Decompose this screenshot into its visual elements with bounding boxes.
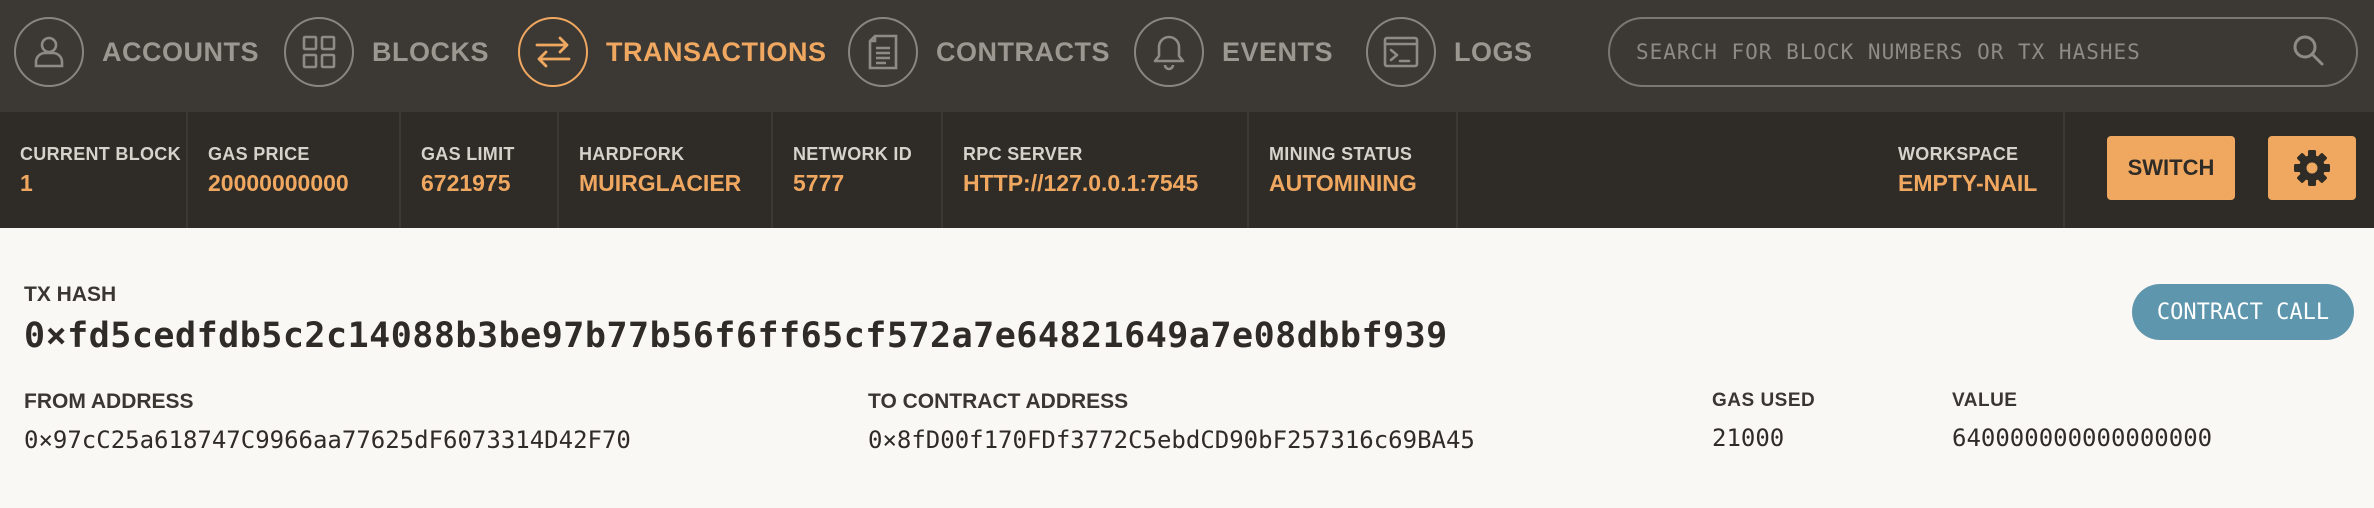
current-block-value: 1 [20, 170, 33, 196]
nav-events-label: EVENTS [1222, 36, 1334, 67]
rpc-server-stat: RPC SERVER HTTP://127.0.0.1:7545 [943, 112, 1249, 228]
rpc-server-label: RPC SERVER [963, 144, 1083, 164]
value-label: VALUE [1952, 390, 2018, 411]
search-input[interactable] [1634, 21, 2290, 83]
account-icon [14, 17, 84, 87]
rpc-server-value: HTTP://127.0.0.1:7545 [963, 170, 1199, 196]
current-block-label: CURRENT BLOCK [20, 144, 181, 164]
bell-icon [1134, 17, 1204, 87]
workspace-label: WORKSPACE [1898, 144, 2019, 164]
workspace-value: EMPTY-NAIL [1898, 170, 2038, 196]
transactions-icon [518, 17, 588, 87]
gear-icon [2292, 148, 2332, 188]
nav-transactions-label: TRANSACTIONS [606, 36, 827, 67]
hardfork-label: HARDFORK [579, 144, 685, 164]
switch-workspace-button[interactable]: SWITCH [2107, 136, 2235, 200]
value-amount: 640000000000000000 [1952, 424, 2213, 452]
hardfork-value: MUIRGLACIER [579, 170, 742, 196]
gas-limit-stat: GAS LIMIT 6721975 [401, 112, 559, 228]
gas-used-label: GAS USED [1712, 390, 1816, 411]
network-id-value: 5777 [793, 170, 845, 196]
mining-status-value: AUTOMINING [1269, 170, 1417, 196]
mining-status-label: MINING STATUS [1269, 144, 1413, 164]
gas-used-value: 21000 [1712, 424, 1785, 452]
mining-status-stat: MINING STATUS AUTOMINING [1249, 112, 1458, 228]
nav-transactions[interactable]: TRANSACTIONS [518, 15, 827, 89]
nav-accounts[interactable]: ACCOUNTS [14, 15, 259, 89]
network-id-stat: NETWORK ID 5777 [773, 112, 943, 228]
top-navigation: ACCOUNTS BLOCKS TRANSACTIONS CONTRACTS E… [0, 0, 2374, 112]
gas-limit-value: 6721975 [421, 170, 511, 196]
nav-contracts[interactable]: CONTRACTS [848, 15, 1110, 89]
current-block-stat: CURRENT BLOCK 1 [0, 112, 188, 228]
nav-logs[interactable]: LOGS [1366, 15, 1533, 89]
to-contract-address-value: 0×8fD00f170FDf3772C5ebdCD90bF257316c69BA… [868, 426, 1475, 454]
gas-price-value: 20000000000 [208, 170, 349, 196]
gas-limit-label: GAS LIMIT [421, 144, 515, 164]
search-icon[interactable] [2290, 32, 2330, 72]
contracts-icon [848, 17, 918, 87]
status-bar: CURRENT BLOCK 1 GAS PRICE 20000000000 GA… [0, 112, 2374, 228]
workspace-stat: WORKSPACE EMPTY-NAIL [1878, 112, 2065, 228]
terminal-icon [1366, 17, 1436, 87]
network-id-label: NETWORK ID [793, 144, 912, 164]
gas-price-label: GAS PRICE [208, 144, 310, 164]
nav-contracts-label: CONTRACTS [936, 36, 1110, 67]
from-address-value: 0×97cC25a618747C9966aa77625dF6073314D42F… [24, 426, 631, 454]
nav-logs-label: LOGS [1454, 36, 1533, 67]
contract-call-badge: CONTRACT CALL [2132, 284, 2354, 340]
nav-blocks-label: BLOCKS [372, 36, 489, 67]
hardfork-stat: HARDFORK MUIRGLACIER [559, 112, 773, 228]
from-address-label: FROM ADDRESS [24, 390, 194, 413]
blocks-icon [284, 17, 354, 87]
nav-accounts-label: ACCOUNTS [102, 36, 259, 67]
gas-price-stat: GAS PRICE 20000000000 [188, 112, 401, 228]
tx-hash-label: TX HASH [24, 283, 117, 306]
settings-button[interactable] [2268, 136, 2356, 200]
search-bar [1608, 17, 2358, 87]
nav-blocks[interactable]: BLOCKS [284, 15, 489, 89]
nav-events[interactable]: EVENTS [1134, 15, 1333, 89]
to-contract-address-label: TO CONTRACT ADDRESS [868, 390, 1129, 413]
tx-hash-value: 0×fd5cedfdb5c2c14088b3be97b77b56f6ff65cf… [24, 316, 1448, 356]
